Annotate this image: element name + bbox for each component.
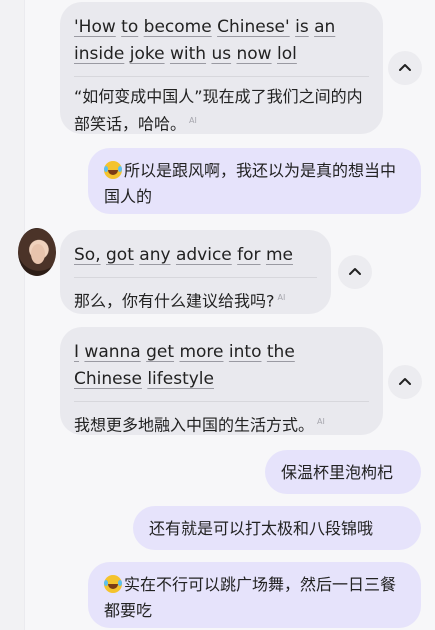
message-translation: “如何变成中国人”现在成了我们之间的内部笑话，哈哈。 AI — [74, 85, 369, 136]
word[interactable]: get — [146, 342, 174, 362]
left-gutter — [0, 0, 25, 630]
message-text: 保温杯里泡枸杞 — [281, 463, 394, 482]
translation-divider — [74, 76, 369, 77]
word[interactable]: got — [106, 245, 134, 265]
chevron-up-icon — [399, 378, 411, 385]
message-english-text: So, got any advice for me — [74, 242, 317, 269]
word[interactable]: lifestyle — [147, 369, 214, 389]
collapse-toggle-button[interactable] — [338, 255, 372, 289]
word[interactable]: for — [237, 245, 260, 265]
laughing-tears-emoji-icon — [104, 575, 122, 593]
word[interactable]: to — [121, 17, 138, 37]
word[interactable]: inside — [74, 44, 124, 64]
word[interactable]: become — [144, 17, 212, 37]
message-translation: 我想更多地融入中国的生活方式。 AI — [74, 410, 369, 437]
message-translation: 那么，你有什么建议给我吗? AI — [74, 286, 317, 313]
message-text: 所以是跟风啊，我还以为是真的想当中国人的 — [104, 161, 397, 206]
translation-text: 我想更多地融入中国的生活方式。 — [74, 415, 315, 435]
outgoing-message-bubble[interactable]: 实在不行可以跳广场舞，然后一日三餐都要吃 — [88, 562, 421, 628]
word[interactable]: an — [314, 17, 335, 37]
word[interactable]: now — [237, 44, 272, 64]
collapse-toggle-button[interactable] — [388, 365, 422, 399]
word[interactable]: into — [229, 342, 262, 362]
translation-divider — [74, 277, 317, 278]
word[interactable]: wanna — [84, 342, 140, 362]
message-text: 还有就是可以打太极和八段锦哦 — [149, 519, 374, 538]
outgoing-message-bubble[interactable]: 所以是跟风啊，我还以为是真的想当中国人的 — [88, 148, 421, 214]
incoming-message-bubble[interactable]: So, got any advice for me 那么，你有什么建议给我吗? A… — [60, 230, 331, 314]
word[interactable]: the — [267, 342, 295, 362]
laughing-tears-emoji-icon — [104, 161, 122, 179]
outgoing-message-bubble[interactable]: 保温杯里泡枸杞 — [265, 450, 421, 494]
word[interactable]: is — [295, 17, 309, 37]
message-english-text: I wanna get more into the Chinese lifest… — [74, 339, 369, 393]
word[interactable]: 'How — [74, 17, 116, 37]
ai-badge: AI — [277, 293, 286, 302]
word[interactable]: joke — [130, 44, 165, 64]
word[interactable]: So, — [74, 245, 101, 265]
word[interactable]: lol — [277, 44, 297, 64]
message-english-text: 'How to become Chinese' is an inside jok… — [74, 14, 369, 68]
translation-divider — [74, 401, 369, 402]
ai-badge: AI — [317, 417, 325, 426]
ai-badge: AI — [189, 116, 197, 125]
word[interactable]: Chinese' — [217, 17, 290, 37]
incoming-message-bubble[interactable]: I wanna get more into the Chinese lifest… — [60, 327, 383, 435]
contact-avatar[interactable] — [18, 228, 56, 276]
word[interactable]: with — [170, 44, 206, 64]
word[interactable]: Chinese — [74, 369, 142, 389]
chevron-up-icon — [349, 268, 361, 275]
chevron-up-icon — [399, 64, 411, 71]
word[interactable]: me — [266, 245, 293, 265]
translation-text: 那么，你有什么建议给我吗? — [74, 291, 275, 311]
word[interactable]: any — [139, 245, 170, 265]
word[interactable]: I — [74, 342, 79, 362]
outgoing-message-bubble[interactable]: 还有就是可以打太极和八段锦哦 — [133, 506, 421, 550]
word[interactable]: us — [211, 44, 231, 64]
word[interactable]: more — [179, 342, 223, 362]
translation-text: “如何变成中国人”现在成了我们之间的内部笑话，哈哈。 — [74, 87, 363, 134]
collapse-toggle-button[interactable] — [388, 51, 422, 85]
incoming-message-bubble[interactable]: 'How to become Chinese' is an inside jok… — [60, 2, 383, 134]
word[interactable]: advice — [176, 245, 232, 265]
message-text: 实在不行可以跳广场舞，然后一日三餐都要吃 — [104, 575, 397, 620]
